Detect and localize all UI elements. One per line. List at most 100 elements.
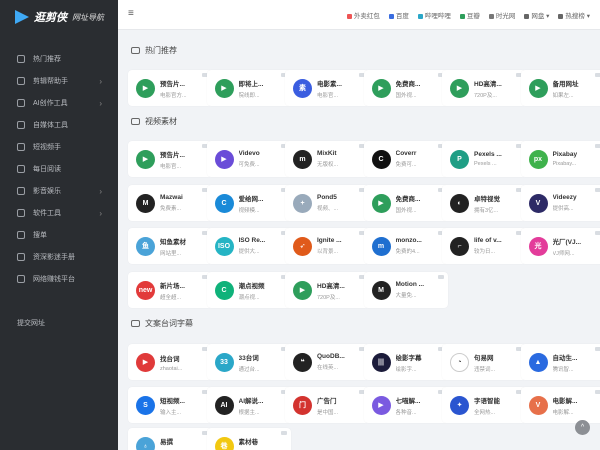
site-card[interactable]: ▶ 即将上... 院线即... <box>206 70 291 106</box>
site-card[interactable]: ➶ Ignite ... 以背景... <box>285 228 369 264</box>
site-card[interactable]: ◔ 句易网 违禁词... <box>442 344 526 380</box>
site-card[interactable]: V 电影解... 电影解... <box>520 387 600 423</box>
link-icon[interactable] <box>594 188 600 192</box>
site-card[interactable]: ▶ 找台词 zhaotai... <box>128 344 212 380</box>
top-link[interactable]: 百度 <box>388 10 409 20</box>
site-desc: 在线英... <box>317 365 339 371</box>
top-link-label: 时光网 <box>495 13 516 20</box>
top-link[interactable]: 豆瓣 <box>459 10 480 20</box>
site-card[interactable]: 鱼知鱼素材 网站里... <box>128 228 212 264</box>
site-name: 免费商... <box>395 195 421 203</box>
site-card[interactable]: ▶ Videvo 可免费... <box>206 141 291 177</box>
site-card[interactable]: ▶ 预告片... 电影官方... <box>128 70 212 106</box>
site-logo-icon: ||| <box>371 352 391 372</box>
link-icon[interactable] <box>594 347 600 351</box>
sidebar-item[interactable]: 自媒体工具 <box>0 114 118 136</box>
site-logo-icon: + <box>293 193 312 213</box>
section-title-text: 文案台词字幕 <box>145 319 193 328</box>
site-card[interactable]: ◐ 卓特视觉 拥有3亿... <box>442 185 526 221</box>
site-card[interactable]: ▲ 自动生... 腾讯智... <box>520 344 600 380</box>
sidebar-item[interactable]: AI创作工具 › <box>0 92 118 114</box>
site-card[interactable]: S 短视频... 输入主... <box>128 387 212 423</box>
top-link[interactable]: 哔哩哔哩 <box>417 10 451 20</box>
site-card[interactable]: ♁易撰让内容... <box>128 428 212 450</box>
site-card[interactable]: P Pexels ... Pexels ... <box>442 141 526 177</box>
site-card[interactable]: V Videezy 提供高... <box>520 185 600 221</box>
site-card[interactable]: px Pixabay Pixabay... <box>520 141 600 177</box>
site-card[interactable]: ▶ 免费商... 国外视... <box>363 70 448 106</box>
back-to-top-button[interactable]: ^ <box>575 420 590 435</box>
site-card[interactable]: 门广告门 是中国... <box>285 387 369 423</box>
site-card[interactable]: 光光厂(VJ... VJ师网... <box>520 228 600 264</box>
submit-url-link[interactable]: 提交网址 <box>17 318 45 328</box>
site-logo-icon: V <box>528 193 548 213</box>
sidebar-item[interactable]: 软件工具 › <box>0 202 118 224</box>
top-link[interactable]: 外卖红包 <box>346 10 380 20</box>
nav-icon <box>17 55 25 63</box>
site-card[interactable]: new 新片场... 超全超... <box>128 272 212 308</box>
site-card[interactable]: C Coverr 免费可... <box>363 141 448 177</box>
site-card[interactable]: M Motion ... 大量免... <box>363 272 448 308</box>
site-card[interactable]: 巷素材巷素材巷... <box>206 428 291 450</box>
site-card[interactable]: ▶ 七喵解... 各种音... <box>363 387 448 423</box>
site-card[interactable]: + Pond5 视频、... <box>285 185 369 221</box>
site-logo-icon: ▶ <box>214 149 234 169</box>
site-card[interactable]: ▶ HD高清... 720P及... <box>285 272 369 308</box>
sidebar-item[interactable]: 网络赚钱平台 <box>0 268 118 290</box>
site-card[interactable]: C 爱给网... 视频模... <box>206 185 291 221</box>
site-logo-icon: ▶ <box>450 78 469 98</box>
link-icon[interactable] <box>594 390 600 394</box>
sidebar-item[interactable]: 短视频手 <box>0 136 118 158</box>
site-card[interactable]: ✦ 字语智能 全网热... <box>442 387 526 423</box>
site-desc: 电影官... <box>160 163 182 170</box>
top-link[interactable]: 热搜榜 ▾ <box>558 10 590 20</box>
site-desc: 通过台... <box>238 366 260 373</box>
link-icon[interactable] <box>437 275 444 279</box>
sidebar-item[interactable]: 剪辑帮助手 › <box>0 70 118 92</box>
site-desc: 绘影字... <box>395 366 417 373</box>
brand-logo[interactable]: 逛剪侠 网址导航 <box>0 0 118 34</box>
site-card[interactable]: m MixKit 无版权... <box>285 141 369 177</box>
sidebar-item[interactable]: 资深影迷手册 <box>0 246 118 268</box>
link-icon[interactable] <box>594 73 600 77</box>
link-icon[interactable] <box>280 431 287 435</box>
site-name: 预告片... <box>160 151 185 159</box>
site-card[interactable]: 33 33台词 通过台... <box>206 344 291 380</box>
site-card[interactable]: ❝ QuoDB... 在线英... <box>285 344 369 380</box>
site-desc: 输入主... <box>160 409 182 416</box>
site-card[interactable]: ▶ 备用网址 如果左... <box>520 70 600 106</box>
site-card[interactable]: M Mazwai 免费素... <box>128 185 212 221</box>
link-icon[interactable] <box>594 144 600 148</box>
site-name: 找台词 <box>160 355 180 363</box>
site-card[interactable]: C 潮点视频 潮点视... <box>206 272 291 308</box>
site-card[interactable]: AI AI解说... 根据主... <box>206 387 291 423</box>
sidebar-item[interactable]: 每日阅读 <box>0 158 118 180</box>
site-card[interactable]: ISO ISO Re... 提供大... <box>206 228 291 264</box>
site-card[interactable]: ▶ 免费商... 国外视... <box>363 185 448 221</box>
menu-icon[interactable]: ≡ <box>128 8 134 19</box>
sidebar-item[interactable]: 热门推荐 <box>0 48 118 70</box>
site-card[interactable]: 素电影素... 电影官... <box>285 70 369 106</box>
section-title-hot: 热门推荐 <box>131 45 177 56</box>
site-logo-icon: ♁ <box>136 436 155 450</box>
site-card[interactable]: ||| 绘影字幕 绘影字... <box>363 344 448 380</box>
link-icon <box>558 13 564 19</box>
site-card[interactable]: ⌐ life of v... 较为日... <box>442 228 526 264</box>
sidebar-item[interactable]: 影音娱乐 › <box>0 180 118 202</box>
top-link[interactable]: 时光网 <box>488 10 516 20</box>
site-name: 自动生... <box>552 354 578 362</box>
site-name: 即将上... <box>238 80 264 88</box>
top-links: 外卖红包 百度 哔哩哔哩 豆瓣 时光网 网盘 ▾ 热搜榜 ▾ <box>346 10 590 20</box>
site-desc: 免费可... <box>395 162 417 168</box>
site-desc: 各种音... <box>395 409 417 416</box>
sidebar-item[interactable]: 搜单 <box>0 224 118 246</box>
site-card[interactable]: m monzo... 免费的4... <box>363 228 448 264</box>
sidebar-item-label: 短视频手 <box>33 144 61 151</box>
link-icon[interactable] <box>594 231 600 235</box>
site-card[interactable]: ▶ HD高清... 720P及... <box>442 70 526 106</box>
top-link[interactable]: 网盘 ▾ <box>524 10 549 20</box>
site-name: 新片场... <box>160 282 185 290</box>
site-logo-icon: 33 <box>214 352 234 372</box>
site-card[interactable]: ▶ 预告片... 电影官... <box>128 141 212 177</box>
nav-icon <box>17 99 25 107</box>
